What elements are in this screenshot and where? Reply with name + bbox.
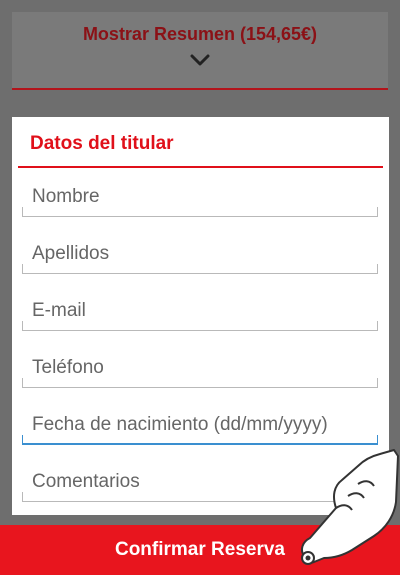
apellidos-field[interactable]: [22, 238, 378, 274]
summary-label: Mostrar Resumen (154,65€): [82, 24, 318, 44]
telefono-field[interactable]: [22, 352, 378, 388]
field-underline: [22, 321, 378, 331]
field-underline: [22, 264, 378, 274]
email-field[interactable]: [22, 295, 378, 331]
nombre-field[interactable]: [22, 181, 378, 217]
summary-toggle[interactable]: Mostrar Resumen (154,65€): [12, 12, 388, 90]
field-underline-focused: [22, 435, 378, 445]
fecha-nacimiento-field[interactable]: [22, 409, 378, 445]
card-title: Datos del titular: [30, 133, 174, 154]
tap-hand-icon: [301, 449, 399, 565]
confirm-label: Confirmar Reserva: [114, 539, 286, 560]
field-underline: [22, 207, 378, 217]
chevron-down-icon: [190, 54, 210, 66]
field-underline: [22, 378, 378, 388]
title-divider: [18, 166, 383, 168]
booking-screen: Mostrar Resumen (154,65€) Datos del titu…: [0, 0, 400, 575]
